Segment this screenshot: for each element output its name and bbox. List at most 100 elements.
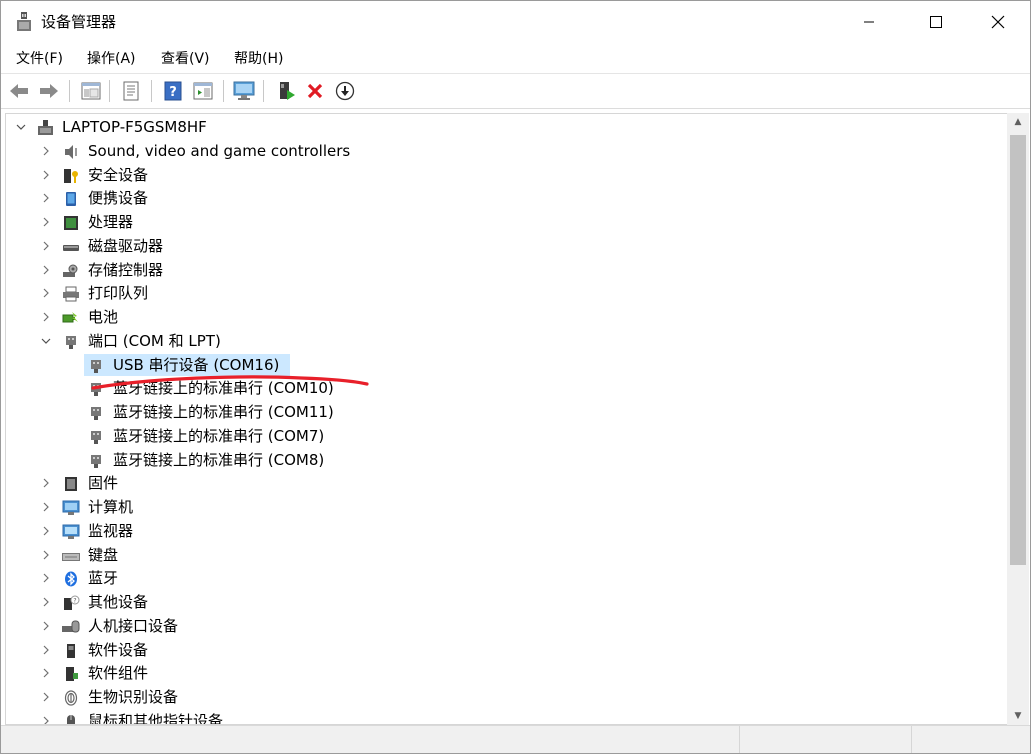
- tree-category[interactable]: 软件组件: [6, 661, 986, 685]
- software-component-icon: [62, 665, 80, 681]
- tree-item-label: 端口 (COM 和 LPT): [88, 332, 221, 350]
- tree-item-label: 电池: [88, 308, 119, 326]
- help-button[interactable]: ?: [161, 79, 185, 103]
- tree-item-label: 存储控制器: [88, 261, 164, 279]
- vertical-scrollbar[interactable]: ▲ ▼: [1007, 113, 1029, 725]
- scan-hardware-monitor-icon: [233, 81, 255, 100]
- chevron-right-icon[interactable]: [39, 495, 53, 519]
- chevron-right-icon[interactable]: [39, 258, 53, 282]
- menu-file[interactable]: 文件(F): [16, 48, 63, 68]
- chevron-right-icon[interactable]: [39, 614, 53, 638]
- console-tree-button[interactable]: [79, 79, 103, 103]
- computer-icon: [62, 499, 80, 515]
- chevron-down-icon[interactable]: [39, 329, 53, 353]
- device-manager-app-icon: [17, 12, 31, 31]
- chevron-right-icon[interactable]: [39, 234, 53, 258]
- tree-category[interactable]: 磁盘驱动器: [6, 234, 986, 258]
- device-manager-window: 设备管理器 文件(F) 操作(A) 查看(V) 帮助(H) ? LAPTOP-F…: [0, 0, 1031, 754]
- svg-text:?: ?: [73, 598, 76, 605]
- chevron-right-icon[interactable]: [39, 543, 53, 567]
- tree-item[interactable]: 蓝牙链接上的标准串行 (COM7): [6, 424, 986, 448]
- back-button[interactable]: [7, 79, 31, 103]
- tree-category[interactable]: 安全设备: [6, 163, 986, 187]
- chevron-right-icon[interactable]: [39, 661, 53, 685]
- device-tree[interactable]: LAPTOP-F5GSM8HF Sound, video and game con…: [5, 113, 1007, 725]
- scroll-up-arrow-icon[interactable]: ▲: [1007, 113, 1029, 131]
- chevron-right-icon[interactable]: [39, 638, 53, 662]
- tree-category[interactable]: 生物识别设备: [6, 685, 986, 709]
- tree-item[interactable]: 蓝牙链接上的标准串行 (COM10): [6, 376, 986, 400]
- close-button[interactable]: [975, 1, 1021, 43]
- menu-view[interactable]: 查看(V): [161, 48, 210, 68]
- scan-hardware-button[interactable]: [232, 79, 256, 103]
- tree-category[interactable]: 打印队列: [6, 281, 986, 305]
- svg-text:?: ?: [169, 85, 177, 100]
- tree-item-label: 蓝牙链接上的标准串行 (COM8): [113, 451, 325, 469]
- tree-item-label: 计算机: [88, 498, 134, 516]
- chevron-right-icon[interactable]: [39, 305, 53, 329]
- serial-port-child-icon: [87, 357, 105, 373]
- chevron-right-icon[interactable]: [39, 163, 53, 187]
- tree-item-selected[interactable]: USB 串行设备 (COM16): [6, 353, 986, 377]
- chevron-right-icon[interactable]: [39, 566, 53, 590]
- tree-item[interactable]: 蓝牙链接上的标准串行 (COM8): [6, 448, 986, 472]
- tree-category[interactable]: 人机接口设备: [6, 614, 986, 638]
- tree-category[interactable]: ? 其他设备: [6, 590, 986, 614]
- update-driver-button[interactable]: [274, 79, 298, 103]
- scrollbar-thumb[interactable]: [1010, 135, 1026, 565]
- tree-category[interactable]: 存储控制器: [6, 258, 986, 282]
- tree-category[interactable]: 便携设备: [6, 186, 986, 210]
- tree-category[interactable]: 蓝牙: [6, 566, 986, 590]
- keyboard-icon: [62, 547, 80, 563]
- tree-item-label: 软件设备: [88, 641, 149, 659]
- forward-arrow-icon: [40, 84, 58, 98]
- biometric-icon: [62, 689, 80, 706]
- install-device-button[interactable]: [333, 79, 357, 103]
- chevron-right-icon[interactable]: [39, 281, 53, 305]
- tree-category[interactable]: Sound, video and game controllers: [6, 139, 986, 163]
- tree-item-label: 便携设备: [88, 189, 149, 207]
- chevron-right-icon[interactable]: [39, 186, 53, 210]
- tree-root-computer[interactable]: LAPTOP-F5GSM8HF: [6, 115, 986, 139]
- tree-category[interactable]: 监视器: [6, 519, 986, 543]
- forward-button[interactable]: [37, 79, 61, 103]
- maximize-button[interactable]: [913, 1, 959, 43]
- tree-item-label: 安全设备: [88, 166, 149, 184]
- menu-help[interactable]: 帮助(H): [234, 48, 283, 68]
- maximize-icon: [930, 16, 942, 28]
- printer-icon: [62, 285, 80, 302]
- chevron-right-icon[interactable]: [39, 685, 53, 709]
- speaker-icon: [62, 143, 80, 159]
- toolbar: ?: [1, 73, 1030, 109]
- tree-category[interactable]: 处理器: [6, 210, 986, 234]
- console-tree-icon: [81, 82, 101, 100]
- chevron-right-icon[interactable]: [39, 519, 53, 543]
- tree-item-label: 固件: [88, 474, 119, 492]
- uninstall-device-button[interactable]: [303, 79, 327, 103]
- chevron-down-icon[interactable]: [14, 115, 28, 139]
- serial-port-child-icon: [87, 404, 105, 420]
- chevron-right-icon[interactable]: [39, 590, 53, 614]
- tree-category[interactable]: 固件: [6, 471, 986, 495]
- tree-category[interactable]: 电池: [6, 305, 986, 329]
- chevron-right-icon[interactable]: [39, 210, 53, 234]
- chevron-right-icon[interactable]: [39, 139, 53, 163]
- mouse-icon: [62, 713, 80, 724]
- tree-category[interactable]: 鼠标和其他指针设备: [6, 709, 986, 724]
- chevron-right-icon[interactable]: [39, 709, 53, 724]
- software-device-icon: [62, 642, 80, 658]
- chevron-right-icon[interactable]: [39, 471, 53, 495]
- battery-icon: [62, 309, 80, 325]
- storage-controller-icon: [62, 262, 80, 278]
- tree-category[interactable]: 计算机: [6, 495, 986, 519]
- scroll-down-arrow-icon[interactable]: ▼: [1007, 707, 1029, 725]
- menu-action[interactable]: 操作(A): [87, 48, 136, 68]
- tree-item-label: LAPTOP-F5GSM8HF: [62, 118, 207, 136]
- minimize-button[interactable]: [846, 1, 892, 43]
- action-pane-button[interactable]: [191, 79, 215, 103]
- properties-button[interactable]: [119, 79, 143, 103]
- tree-item[interactable]: 蓝牙链接上的标准串行 (COM11): [6, 400, 986, 424]
- tree-category[interactable]: 端口 (COM 和 LPT): [6, 329, 986, 353]
- tree-category[interactable]: 软件设备: [6, 638, 986, 662]
- tree-category[interactable]: 键盘: [6, 543, 986, 567]
